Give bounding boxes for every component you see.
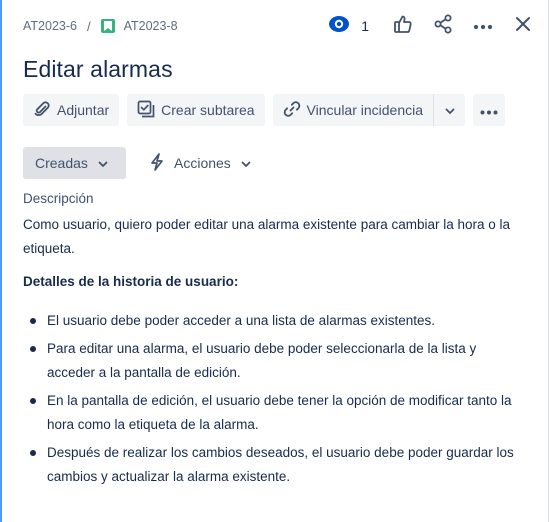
- chevron-down-icon: [241, 155, 251, 171]
- issue-title[interactable]: Editar alarmas: [23, 56, 173, 83]
- list-item: Para editar una alarma, el usuario debe …: [23, 337, 523, 385]
- breadcrumb-current[interactable]: AT2023-8: [124, 19, 178, 33]
- link-issue-label: Vincular incidencia: [306, 102, 424, 118]
- share-icon: [433, 14, 453, 39]
- more-icon: [480, 102, 498, 118]
- chevron-down-icon: [445, 102, 455, 118]
- watch-button[interactable]: 1: [329, 15, 369, 37]
- link-issue-dropdown-button[interactable]: [433, 94, 466, 126]
- link-icon: [283, 100, 301, 121]
- list-item: Después de realizar los cambios deseados…: [23, 441, 523, 489]
- toolbar-more-button[interactable]: [473, 94, 506, 126]
- link-issue-split-button: Vincular incidencia: [272, 94, 466, 126]
- attach-label: Adjuntar: [57, 102, 110, 118]
- user-story-details-list: El usuario debe poder acceder a una list…: [23, 309, 523, 493]
- list-item: El usuario debe poder acceder a una list…: [23, 309, 523, 333]
- thumbs-up-icon: [393, 14, 413, 39]
- list-item: En la pantalla de edición, el usuario de…: [23, 389, 523, 437]
- description-text[interactable]: Como usuario, quiero poder editar una al…: [23, 213, 523, 261]
- status-dropdown[interactable]: Creadas: [23, 147, 126, 179]
- attach-button[interactable]: Adjuntar: [23, 94, 120, 126]
- more-actions-button[interactable]: [471, 14, 495, 38]
- link-issue-button[interactable]: Vincular incidencia: [272, 94, 434, 126]
- eye-icon: [329, 15, 350, 37]
- breadcrumb-parent[interactable]: AT2023-6: [23, 19, 77, 33]
- create-subtask-button[interactable]: Crear subtarea: [127, 94, 265, 126]
- chevron-down-icon: [98, 155, 108, 171]
- actions-dropdown[interactable]: Acciones: [150, 147, 251, 179]
- toolbar: Adjuntar Crear subtarea Vincular inciden…: [23, 94, 506, 126]
- header-actions: 1: [329, 14, 535, 38]
- close-icon: [515, 16, 531, 37]
- create-subtask-label: Crear subtarea: [161, 102, 255, 118]
- status-label: Creadas: [35, 155, 88, 171]
- status-row: Creadas Acciones: [23, 147, 251, 179]
- actions-label: Acciones: [174, 155, 231, 171]
- bookmark-icon: [100, 19, 115, 33]
- like-button[interactable]: [391, 14, 415, 38]
- paperclip-icon: [33, 100, 51, 121]
- lightning-icon: [150, 152, 164, 174]
- subtask-icon: [137, 100, 155, 121]
- close-button[interactable]: [511, 14, 535, 38]
- description-heading: Descripción: [23, 191, 94, 206]
- issue-header: AT2023-6 / AT2023-8 1: [23, 14, 535, 38]
- watch-count: 1: [361, 18, 369, 34]
- breadcrumb-separator: /: [86, 18, 91, 34]
- user-story-details-heading: Detalles de la historia de usuario:: [23, 274, 239, 289]
- more-icon: [473, 17, 493, 35]
- share-button[interactable]: [431, 14, 455, 38]
